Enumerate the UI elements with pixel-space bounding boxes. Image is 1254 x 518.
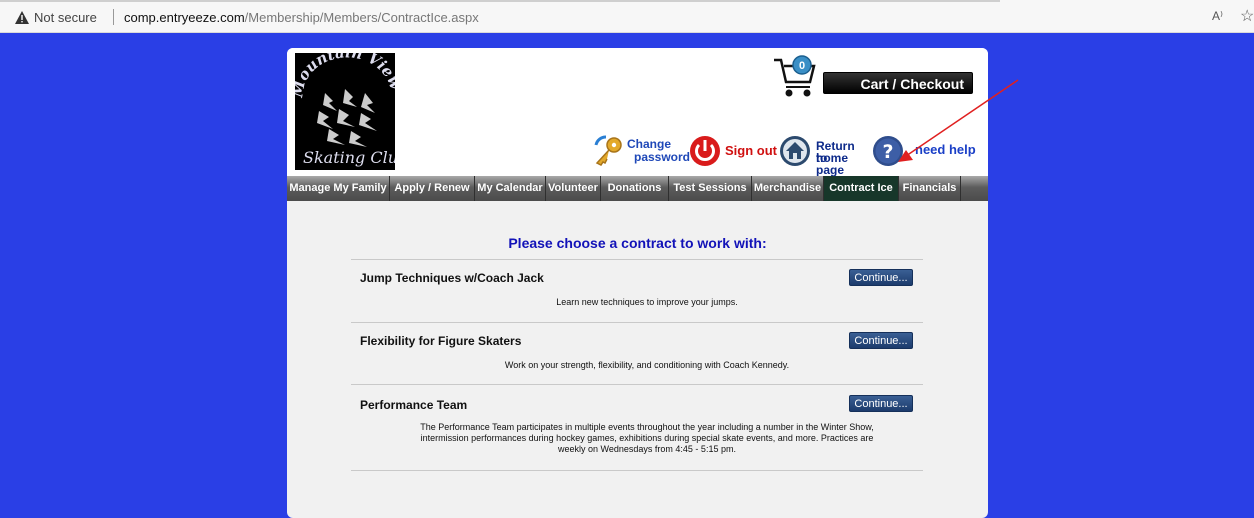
tab-volunteer[interactable]: Volunteer [546,176,601,201]
divider [351,322,923,323]
tab-strip-edge [0,0,1000,2]
club-logo[interactable]: Mountain View Skating Club [295,53,395,170]
need-help-link[interactable]: ? need help [872,135,977,171]
site-panel: Mountain View Skating Club [287,48,988,518]
warning-icon [15,11,29,24]
change-password-line2: password [634,150,691,164]
svg-text:?: ? [882,141,893,163]
main-nav: Manage My Family Apply / Renew My Calend… [287,176,988,201]
url-host: comp.entryeeze.com [124,10,245,25]
cart-checkout-button[interactable]: Cart / Checkout [823,72,973,94]
home-icon [780,136,810,166]
change-password-link[interactable]: Change password [592,135,691,171]
site-header: Mountain View Skating Club [287,48,988,176]
tab-contract-ice[interactable]: Contract Ice [824,176,899,201]
contract-list: Please choose a contract to work with: J… [287,201,988,518]
tab-apply-renew[interactable]: Apply / Renew [390,176,475,201]
url-path: /Membership/Members/ContractIce.aspx [244,10,479,25]
need-help-label: need help [915,142,976,157]
svg-text:Skating Club: Skating Club [303,148,395,167]
change-password-line1: Change [627,137,672,151]
url-field[interactable]: comp.entryeeze.com/Membership/Members/Co… [124,10,479,25]
browser-address-bar: Not secure comp.entryeeze.com/Membership… [0,0,1254,33]
continue-button-performance-team[interactable]: Continue... [849,395,913,412]
sign-out-label: Sign out [725,143,777,158]
logo-graphic: Mountain View Skating Club [295,53,395,167]
description-line: The Performance Team participates in mul… [420,422,874,432]
continue-button-jump-techniques[interactable]: Continue... [849,269,913,286]
contract-title: Flexibility for Figure Skaters [360,334,522,348]
power-icon [690,136,720,166]
security-status[interactable]: Not secure [34,10,97,25]
contract-title: Performance Team [360,398,468,412]
description-line: weekly on Wednesdays from 4:45 - 5:15 pm… [558,444,736,454]
help-icon: ? [873,136,903,166]
contract-description: Work on your strength, flexibility, and … [504,360,790,370]
tab-donations[interactable]: Donations [601,176,669,201]
page-heading: Please choose a contract to work with: [508,235,767,251]
contract-title: Jump Techniques w/Coach Jack [360,271,544,285]
shopping-cart-icon[interactable]: 0 [772,54,822,98]
cart-count: 0 [799,60,805,72]
sign-out-link[interactable]: Sign out [689,135,777,171]
contract-description: The Performance Team participates in mul… [377,422,917,455]
description-line: intermission performances during hockey … [420,433,874,443]
return-home-line2: home page [816,151,849,177]
read-aloud-icon[interactable]: A⁾ [1212,9,1223,23]
tab-test-sessions[interactable]: Test Sessions [669,176,752,201]
key-icon [594,135,622,166]
tab-merchandise[interactable]: Merchandise [752,176,824,201]
address-separator [113,9,114,25]
contract-description: Learn new techniques to improve your jum… [556,297,738,307]
divider [351,259,923,260]
divider [351,384,923,385]
return-home-link[interactable]: Return to home page [779,135,865,176]
tab-manage-my-family[interactable]: Manage My Family [287,176,390,201]
tab-my-calendar[interactable]: My Calendar [475,176,546,201]
continue-button-flexibility[interactable]: Continue... [849,332,913,349]
favorite-star-icon[interactable]: ☆ [1240,6,1254,26]
divider [351,470,923,471]
tab-financials[interactable]: Financials [899,176,961,201]
